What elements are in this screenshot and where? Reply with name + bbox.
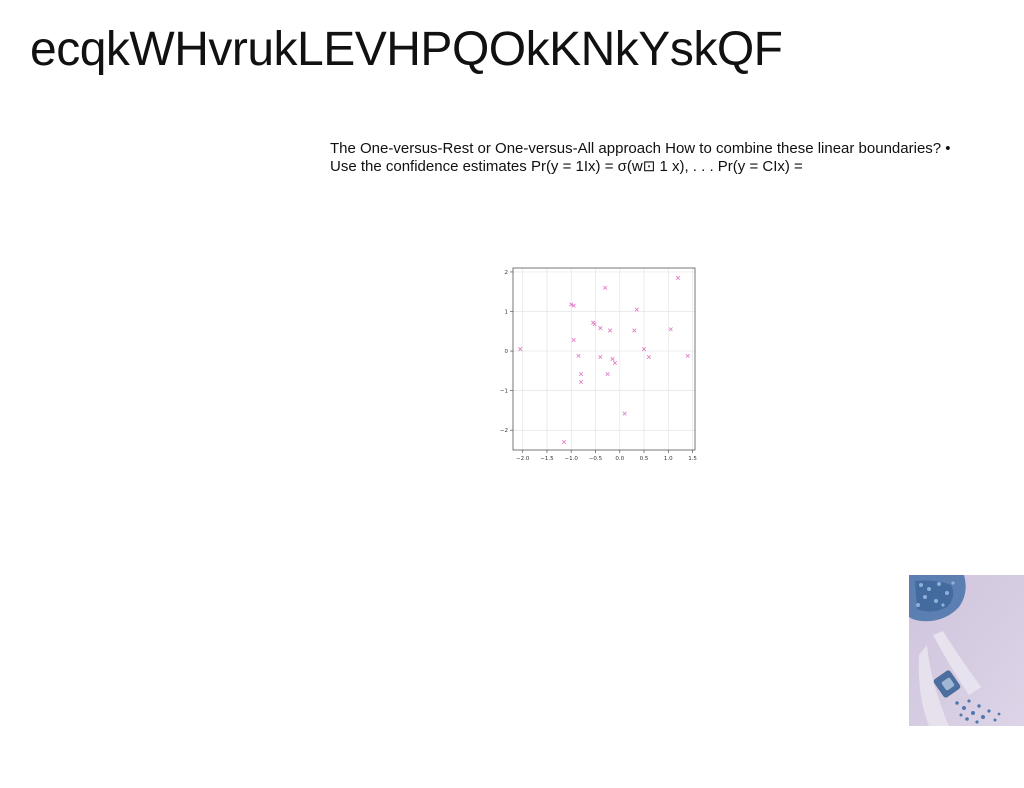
x-tick-label: 0.0: [615, 456, 624, 462]
data-point: [578, 379, 584, 385]
x-tick-label: −1.0: [565, 456, 579, 462]
scatter-chart-svg: −2.0 −1.5 −1.0 −0.5 0.0 0.5 1.0 1.5 2 1 0 −1 −2: [500, 267, 697, 462]
data-point: [632, 328, 637, 333]
y-tick-label: −1: [500, 389, 508, 395]
data-point: [598, 326, 603, 331]
data-point: [610, 356, 615, 362]
data-point: [571, 337, 576, 343]
data-point: [518, 347, 523, 352]
x-tick-label: −1.5: [540, 456, 554, 462]
data-point: [685, 353, 690, 358]
x-tick-label: 1.5: [688, 456, 697, 462]
slide-body-text: The One-versus-Rest or One-versus-All ap…: [330, 140, 951, 175]
y-tick-label: 2: [505, 270, 509, 276]
y-tick-label: −2: [500, 428, 508, 434]
scatter-chart: −2.0 −1.5 −1.0 −0.5 0.0 0.5 1.0 1.5 2 1 0 −1 −2: [498, 258, 700, 464]
x-tick-label: 0.5: [640, 456, 649, 462]
x-tick-label: −2.0: [516, 456, 530, 462]
data-point: [605, 371, 610, 377]
data-point: [576, 353, 581, 358]
data-point: [622, 411, 627, 416]
data-point: [578, 371, 584, 377]
data-point: [598, 354, 603, 360]
slide-title: ecqkWHvrukLEVHPQOkKNkYskQF: [30, 23, 783, 76]
data-point: [634, 307, 639, 312]
y-tick-label: 0: [505, 349, 509, 355]
data-point: [607, 328, 613, 333]
data-point: [603, 285, 608, 290]
decorative-photo: [909, 575, 1024, 726]
y-tick-label: 1: [505, 310, 509, 316]
x-tick-label: 1.0: [664, 456, 673, 462]
x-tick-label: −0.5: [589, 456, 603, 462]
data-point: [646, 354, 651, 360]
data-point: [612, 360, 618, 366]
data-point: [675, 275, 681, 280]
data-point: [561, 440, 567, 445]
data-point: [668, 327, 673, 332]
plot-frame: [512, 267, 696, 451]
blue-granules-photo-icon: [909, 575, 1024, 726]
